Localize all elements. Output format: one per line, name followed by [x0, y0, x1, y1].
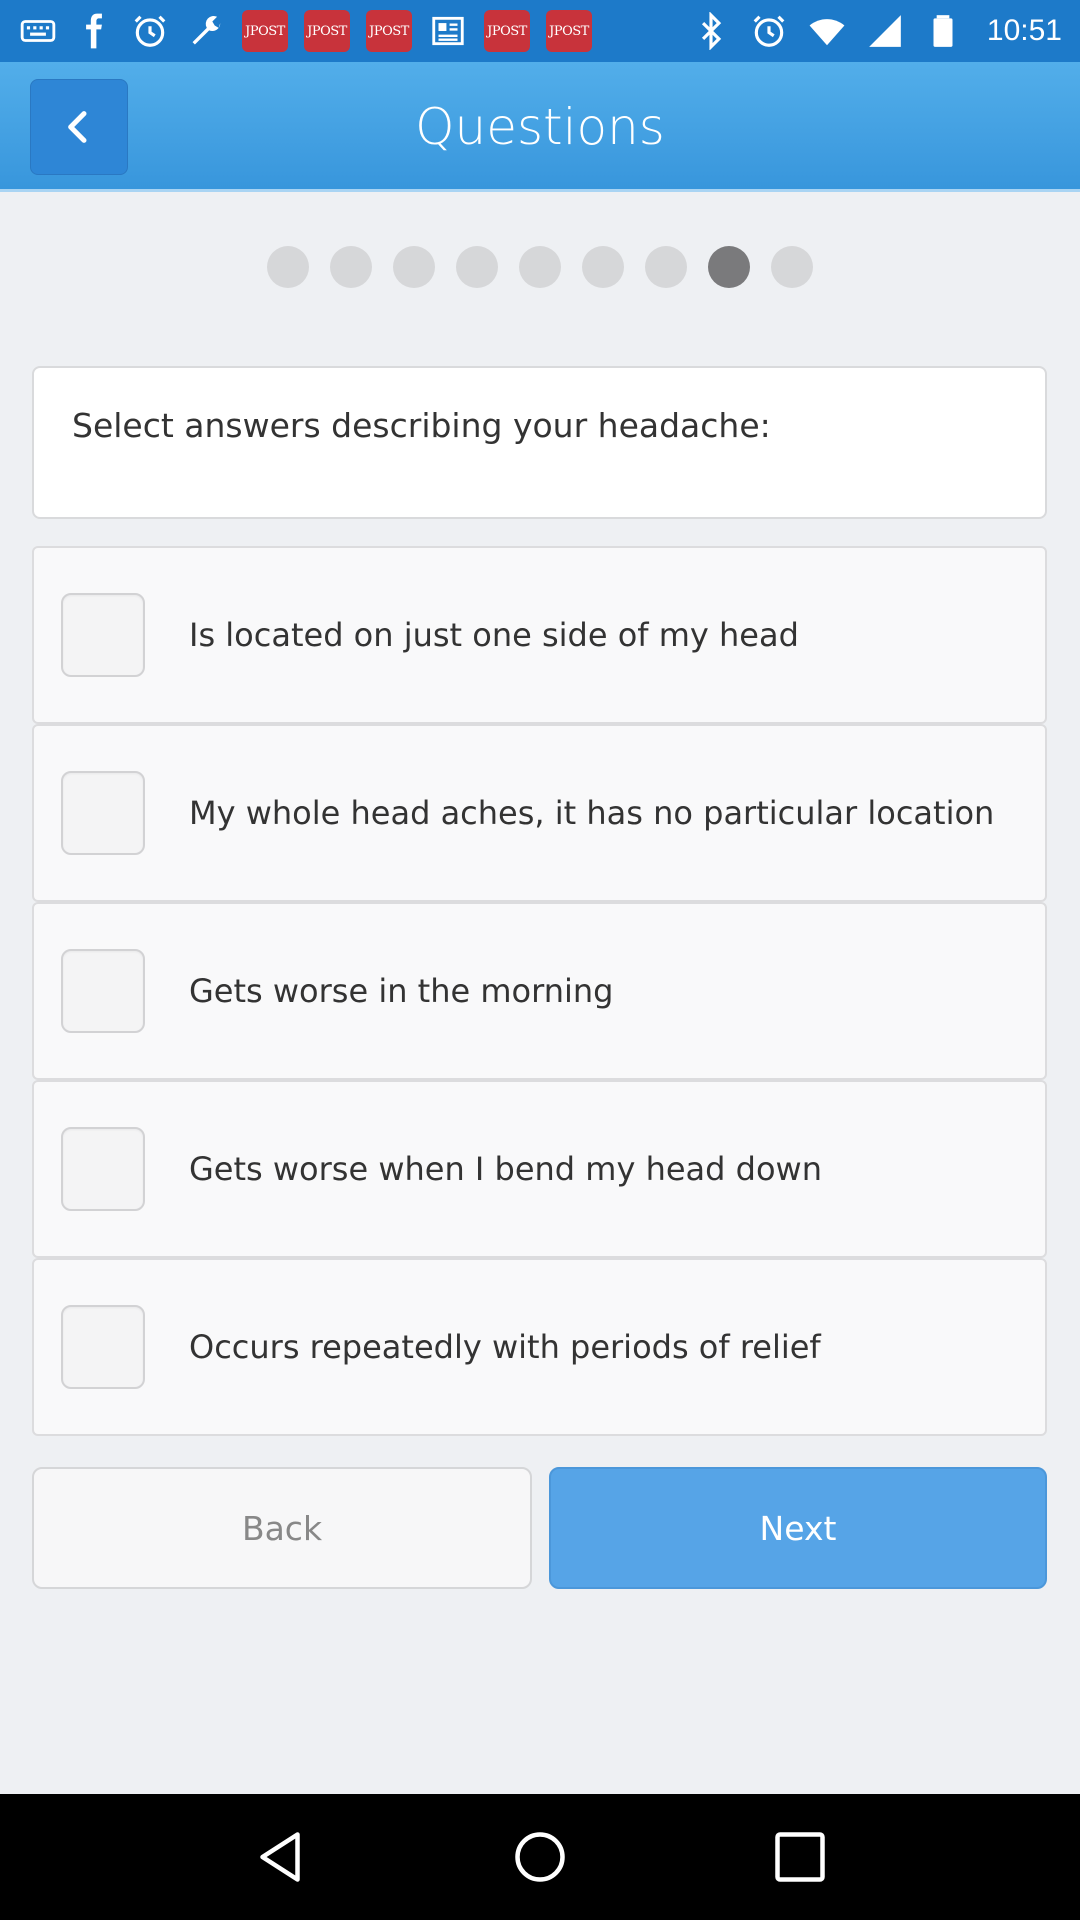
progress-dot: [330, 246, 372, 288]
signal-icon: [865, 11, 905, 51]
jpost-notification-icon: JPOST: [242, 10, 288, 52]
progress-dot: [456, 246, 498, 288]
progress-dot: [519, 246, 561, 288]
option-item[interactable]: My whole head aches, it has no particula…: [32, 724, 1047, 902]
wrench-icon: [186, 11, 226, 51]
option-item[interactable]: Is located on just one side of my head: [32, 546, 1047, 724]
option-checkbox[interactable]: [61, 593, 145, 677]
progress-dot: [393, 246, 435, 288]
question-card: Select answers describing your headache:: [32, 366, 1047, 519]
jpost-notification-icon: JPOST: [304, 10, 350, 52]
next-button[interactable]: Next: [549, 1467, 1047, 1589]
option-checkbox[interactable]: [61, 1305, 145, 1389]
progress-dot: [645, 246, 687, 288]
progress-dot: [771, 246, 813, 288]
progress-dot: [582, 246, 624, 288]
options-list: Is located on just one side of my head M…: [32, 546, 1047, 1436]
nav-back-icon[interactable]: [250, 1827, 310, 1887]
alarm-icon: [130, 11, 170, 51]
system-icons: 10:51: [691, 11, 1062, 51]
keyboard-icon: [18, 11, 58, 51]
status-bar: JPOST JPOST JPOST JPOST JPOST 10:51: [0, 0, 1080, 62]
jpost-notification-icon: JPOST: [366, 10, 412, 52]
back-button[interactable]: Back: [32, 1467, 532, 1589]
battery-icon: [923, 11, 963, 51]
system-nav-bar: [0, 1794, 1080, 1920]
nav-recents-icon[interactable]: [770, 1827, 830, 1887]
option-item[interactable]: Gets worse when I bend my head down: [32, 1080, 1047, 1258]
question-prompt: Select answers describing your headache:: [72, 406, 771, 445]
option-label: My whole head aches, it has no particula…: [189, 794, 995, 832]
bluetooth-icon: [691, 11, 731, 51]
notification-icons: JPOST JPOST JPOST JPOST JPOST: [18, 10, 691, 52]
option-item[interactable]: Gets worse in the morning: [32, 902, 1047, 1080]
chevron-left-icon: [68, 111, 87, 143]
option-label: Is located on just one side of my head: [189, 616, 799, 654]
app-header: Questions: [0, 62, 1080, 192]
option-checkbox[interactable]: [61, 1127, 145, 1211]
option-label: Occurs repeatedly with periods of relief: [189, 1328, 821, 1366]
wifi-icon: [807, 11, 847, 51]
nav-home-icon[interactable]: [510, 1827, 570, 1887]
progress-dot: [267, 246, 309, 288]
header-back-button[interactable]: [30, 79, 128, 175]
option-item[interactable]: Occurs repeatedly with periods of relief: [32, 1258, 1047, 1436]
news-icon: [428, 11, 468, 51]
jpost-notification-icon: JPOST: [546, 10, 592, 52]
facebook-icon: [74, 11, 114, 51]
option-label: Gets worse in the morning: [189, 972, 614, 1010]
option-checkbox[interactable]: [61, 949, 145, 1033]
option-checkbox[interactable]: [61, 771, 145, 855]
status-time: 10:51: [986, 14, 1062, 47]
option-label: Gets worse when I bend my head down: [189, 1150, 822, 1188]
progress-indicator: [0, 246, 1080, 288]
jpost-notification-icon: JPOST: [484, 10, 530, 52]
alarm-icon: [749, 11, 789, 51]
progress-dot-active: [708, 246, 750, 288]
page-title: Questions: [415, 98, 665, 156]
